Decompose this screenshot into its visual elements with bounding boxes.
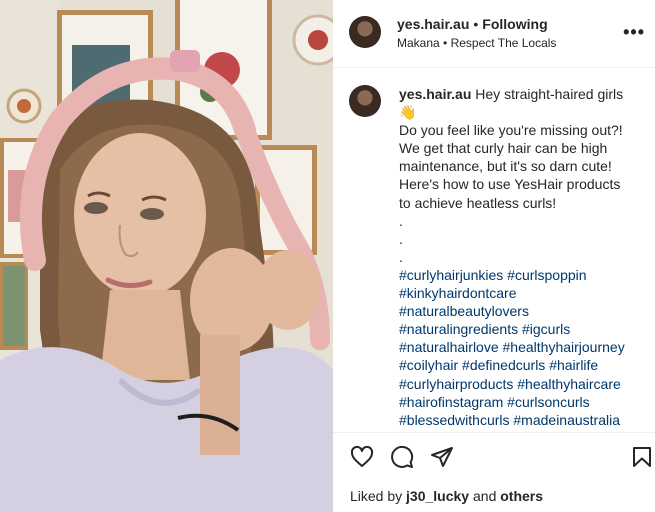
liked-by-user[interactable]: j30_lucky [406,488,469,504]
share-icon[interactable] [430,445,454,469]
liked-by-others[interactable]: others [500,488,543,504]
post-header: yes.hair.au • Following Makana • Respect T… [333,0,655,68]
post-details-panel: yes.hair.au • Following Makana • Respect T… [333,0,655,512]
caption-username[interactable]: yes.hair.au [399,86,471,102]
more-options-icon[interactable]: ••• [623,22,645,43]
caption-dot-line: . [399,248,403,265]
hashtag-line[interactable]: #naturalbeautylovers [399,302,644,320]
caption-line: to achieve heatless curls! [399,194,557,211]
action-bar [333,433,655,479]
hashtag-line[interactable]: #blessedwithcurls #madeinaustralia [399,411,644,429]
hashtag-line[interactable]: #curlyhairproducts #healthyhaircare [399,375,644,393]
location-link[interactable]: Respect The Locals [451,36,557,50]
heart-icon[interactable] [350,445,374,469]
author-username[interactable]: yes.hair.au [397,16,469,32]
post-photo[interactable] [0,0,333,512]
caption-line: Here's how to use YesHair products [399,176,621,193]
separator-dot-small: • [443,36,448,50]
caption-area: yes.hair.au Hey straight-haired girls 👋 … [333,68,655,432]
hashtag-line[interactable]: #curlyhairjunkies #curlspoppin [399,266,644,284]
comment-icon[interactable] [390,445,414,469]
header-top-line: yes.hair.au • Following [397,16,548,34]
caption-greeting: Hey straight-haired girls [475,86,624,102]
following-button[interactable]: Following [482,16,547,32]
author-avatar[interactable] [349,16,381,48]
hashtag-line[interactable]: #naturalingredients #igcurls [399,320,644,338]
caption-first-line: yes.hair.au Hey straight-haired girls [399,85,644,103]
audio-link[interactable]: Makana [397,36,440,50]
caption-line: We get that curly hair can be high [399,140,608,157]
likes-prefix: Liked by [350,488,403,504]
likes-summary: Liked by j30_lucky and others [350,488,543,504]
caption-text: yes.hair.au Hey straight-haired girls 👋 … [399,85,644,429]
caption-line: maintenance, but it's so darn cute! [399,158,612,175]
caption-dot-line: . [399,230,403,247]
hashtag-line[interactable]: #hairofinstagram #curlsoncurls [399,393,644,411]
separator-dot: • [473,16,479,32]
hashtag-line[interactable]: #kinkyhairdontcare [399,284,644,302]
caption-dot-line: . [399,212,403,229]
wave-emoji: 👋 [399,104,417,121]
post-photo-illustration [0,0,333,512]
caption-avatar[interactable] [349,85,381,117]
likes-joiner: and [473,488,497,504]
caption-line: Do you feel like you're missing out?! [399,122,623,139]
hashtag-line[interactable]: #coilyhair #definedcurls #hairlife [399,356,644,374]
header-sub-line: Makana • Respect The Locals [397,36,556,50]
bookmark-icon[interactable] [630,445,654,469]
hashtag-line[interactable]: #naturalhairlove #healthyhairjourney [399,338,644,356]
